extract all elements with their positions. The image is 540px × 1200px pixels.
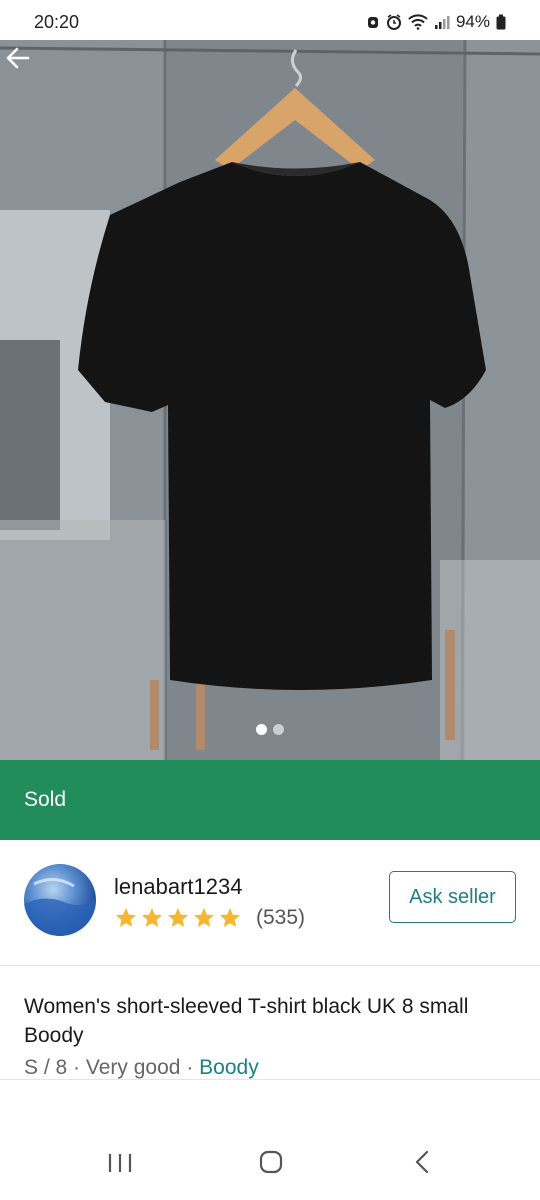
star-icon — [116, 908, 136, 927]
star-icon — [220, 908, 240, 927]
status-time: 20:20 — [34, 12, 80, 32]
tshirt-photo — [0, 40, 540, 760]
back-nav-icon[interactable] — [403, 1148, 443, 1178]
product-meta-clip: S / 8 · Very good · Boody — [0, 1056, 540, 1080]
star-icon — [168, 908, 188, 927]
avatar[interactable] — [24, 864, 96, 936]
meta-separator: · — [186, 1056, 194, 1079]
signal-icon — [434, 16, 450, 29]
seller-section: lenabart1234 (535) Ask seller — [0, 840, 540, 966]
battery-icon — [496, 14, 506, 30]
clock-icon — [386, 14, 401, 30]
product-title: Women's short-sleeved T-shirt black UK 8… — [24, 995, 469, 1047]
pagination-dot[interactable] — [273, 724, 284, 735]
avatar-image — [24, 878, 96, 936]
alarm-icon — [367, 17, 378, 28]
seller-rating[interactable]: (535) — [114, 906, 305, 930]
status-icons: 94% — [366, 12, 506, 32]
home-icon[interactable] — [251, 1148, 291, 1178]
sold-label: Sold — [24, 788, 67, 811]
seller-username[interactable]: lenabart1234 — [114, 874, 242, 900]
sold-banner: Sold — [0, 760, 540, 840]
pagination-dot-active[interactable] — [256, 724, 267, 735]
product-condition: Very good — [85, 1056, 181, 1079]
battery-percent: 94% — [455, 12, 490, 31]
image-pagination — [0, 724, 540, 735]
product-meta: S / 8 · Very good · Boody — [24, 1056, 259, 1080]
product-brand-link[interactable]: Boody — [199, 1056, 259, 1079]
wifi-icon — [408, 14, 428, 30]
system-nav-bar — [0, 1130, 540, 1200]
product-size: S / 8 — [24, 1056, 68, 1079]
status-bar: 20:20 94% — [0, 0, 540, 40]
product-photo[interactable] — [0, 40, 540, 760]
star-icon — [142, 908, 162, 927]
review-count: (535) — [256, 906, 306, 929]
recent-apps-icon[interactable] — [100, 1148, 140, 1178]
ask-seller-button[interactable]: Ask seller — [389, 871, 516, 923]
star-icon — [194, 908, 214, 927]
back-arrow-icon[interactable] — [0, 40, 36, 76]
meta-separator: · — [73, 1056, 81, 1079]
